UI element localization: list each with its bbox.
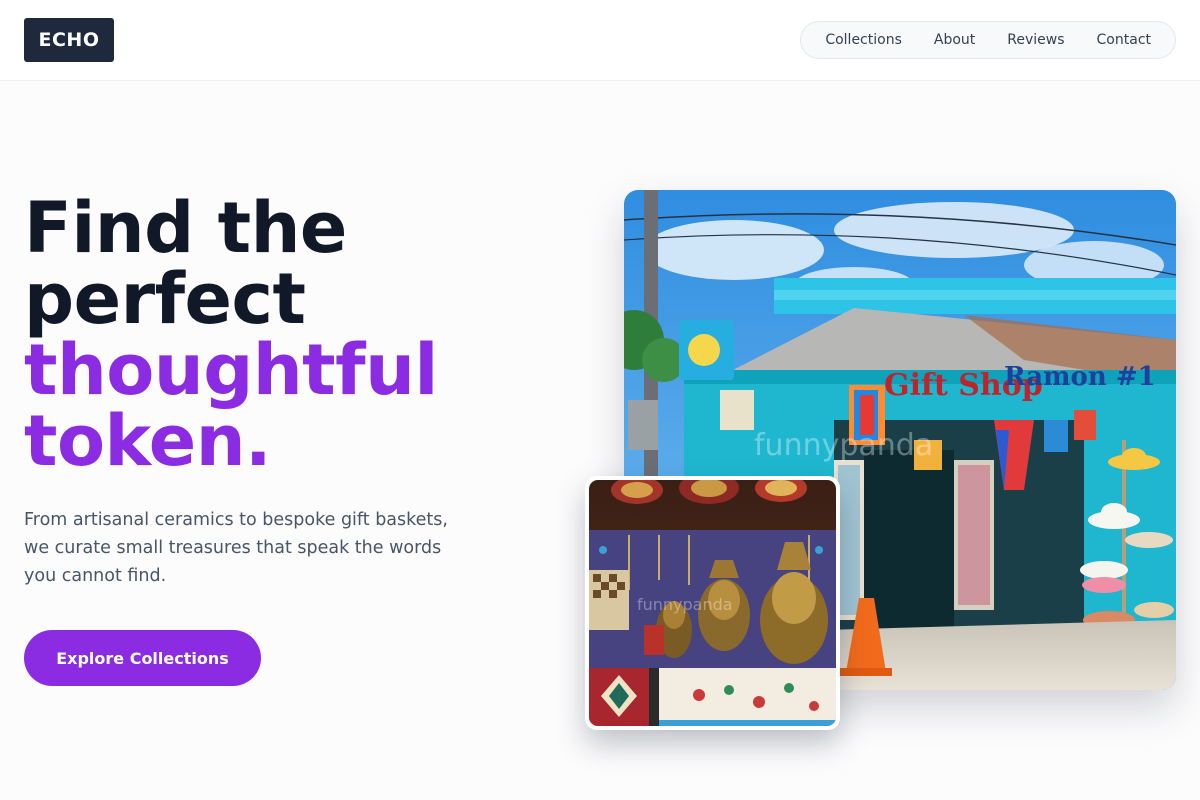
nav-link-contact[interactable]: Contact (1081, 22, 1167, 58)
image-watermark: funnypanda (637, 595, 733, 614)
headline-line: Find the (24, 187, 347, 269)
headline-accent-line: token. (24, 400, 272, 482)
souvenir-statues-photo: funnypanda (585, 476, 840, 730)
headline-line: perfect (24, 258, 306, 340)
nav-link-collections[interactable]: Collections (809, 22, 918, 58)
headline-accent-line: thoughtful (24, 329, 438, 411)
site-header: ECHO Collections About Reviews Contact (0, 0, 1200, 81)
shop-sign-text-2: Ramon #1 (1004, 362, 1156, 392)
hero-headline: Find the perfect thoughtful token. (24, 193, 584, 477)
explore-collections-button[interactable]: Explore Collections (24, 630, 261, 686)
nav-link-reviews[interactable]: Reviews (991, 22, 1080, 58)
logo[interactable]: ECHO (24, 18, 114, 62)
main-nav: Collections About Reviews Contact (800, 21, 1176, 59)
image-watermark: funnypanda (754, 428, 933, 463)
hero-description: From artisanal ceramics to bespoke gift … (24, 510, 448, 586)
souvenir-statues-illustration: funnypanda (589, 480, 836, 726)
nav-link-about[interactable]: About (918, 22, 991, 58)
